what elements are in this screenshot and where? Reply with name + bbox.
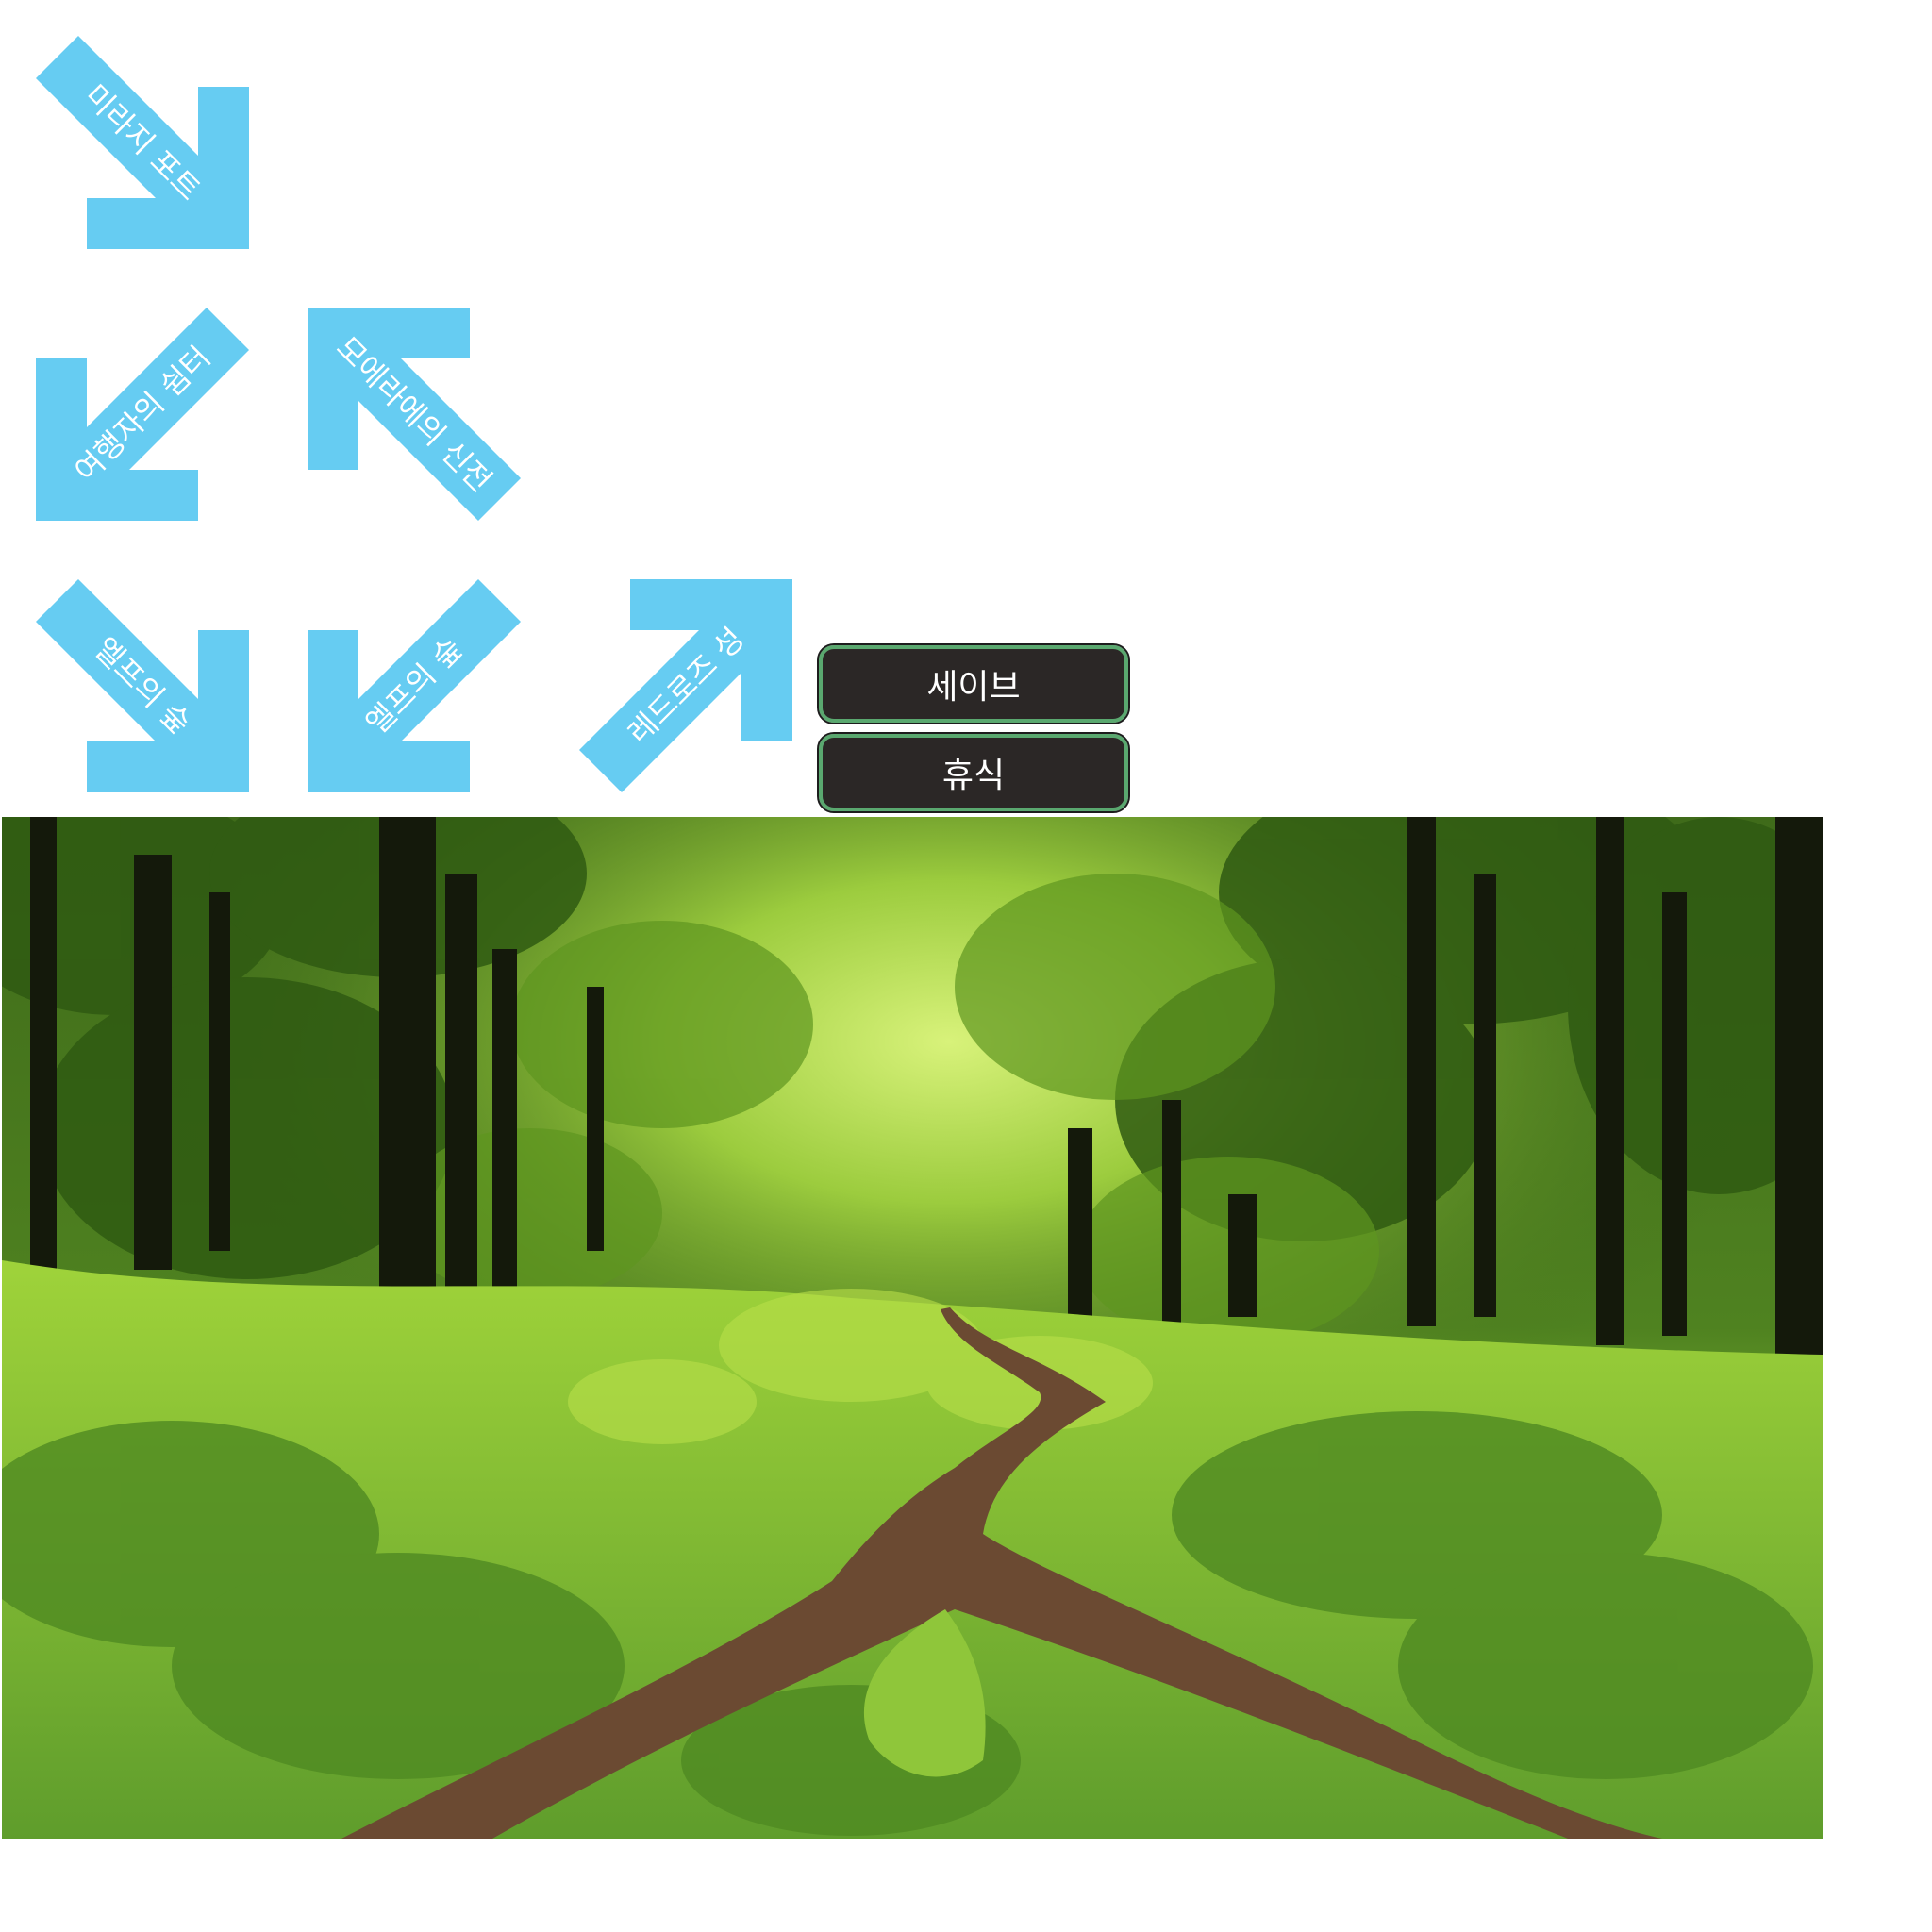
destination-arrow-elf-forest[interactable]: 엘프의 숲	[36, 579, 249, 792]
destination-arrow-mirage-port[interactable]: 미라지 포트	[36, 36, 249, 249]
rest-button[interactable]: 휴식	[817, 732, 1130, 813]
destination-arrow-redrose-castle[interactable]: 레드로즈 성	[579, 579, 792, 792]
destination-arrow-elf-forest-2[interactable]: 엘프의 숲	[308, 579, 521, 792]
forest-path-image	[2, 817, 1823, 1839]
destination-arrow-travelers-rest[interactable]: 여행자의 쉼터	[36, 308, 249, 521]
destination-arrow-moerae-temple[interactable]: 모에라에의 신전	[308, 308, 521, 521]
forest-path-scene	[2, 817, 1823, 1839]
save-button[interactable]: 세이브	[817, 643, 1130, 724]
